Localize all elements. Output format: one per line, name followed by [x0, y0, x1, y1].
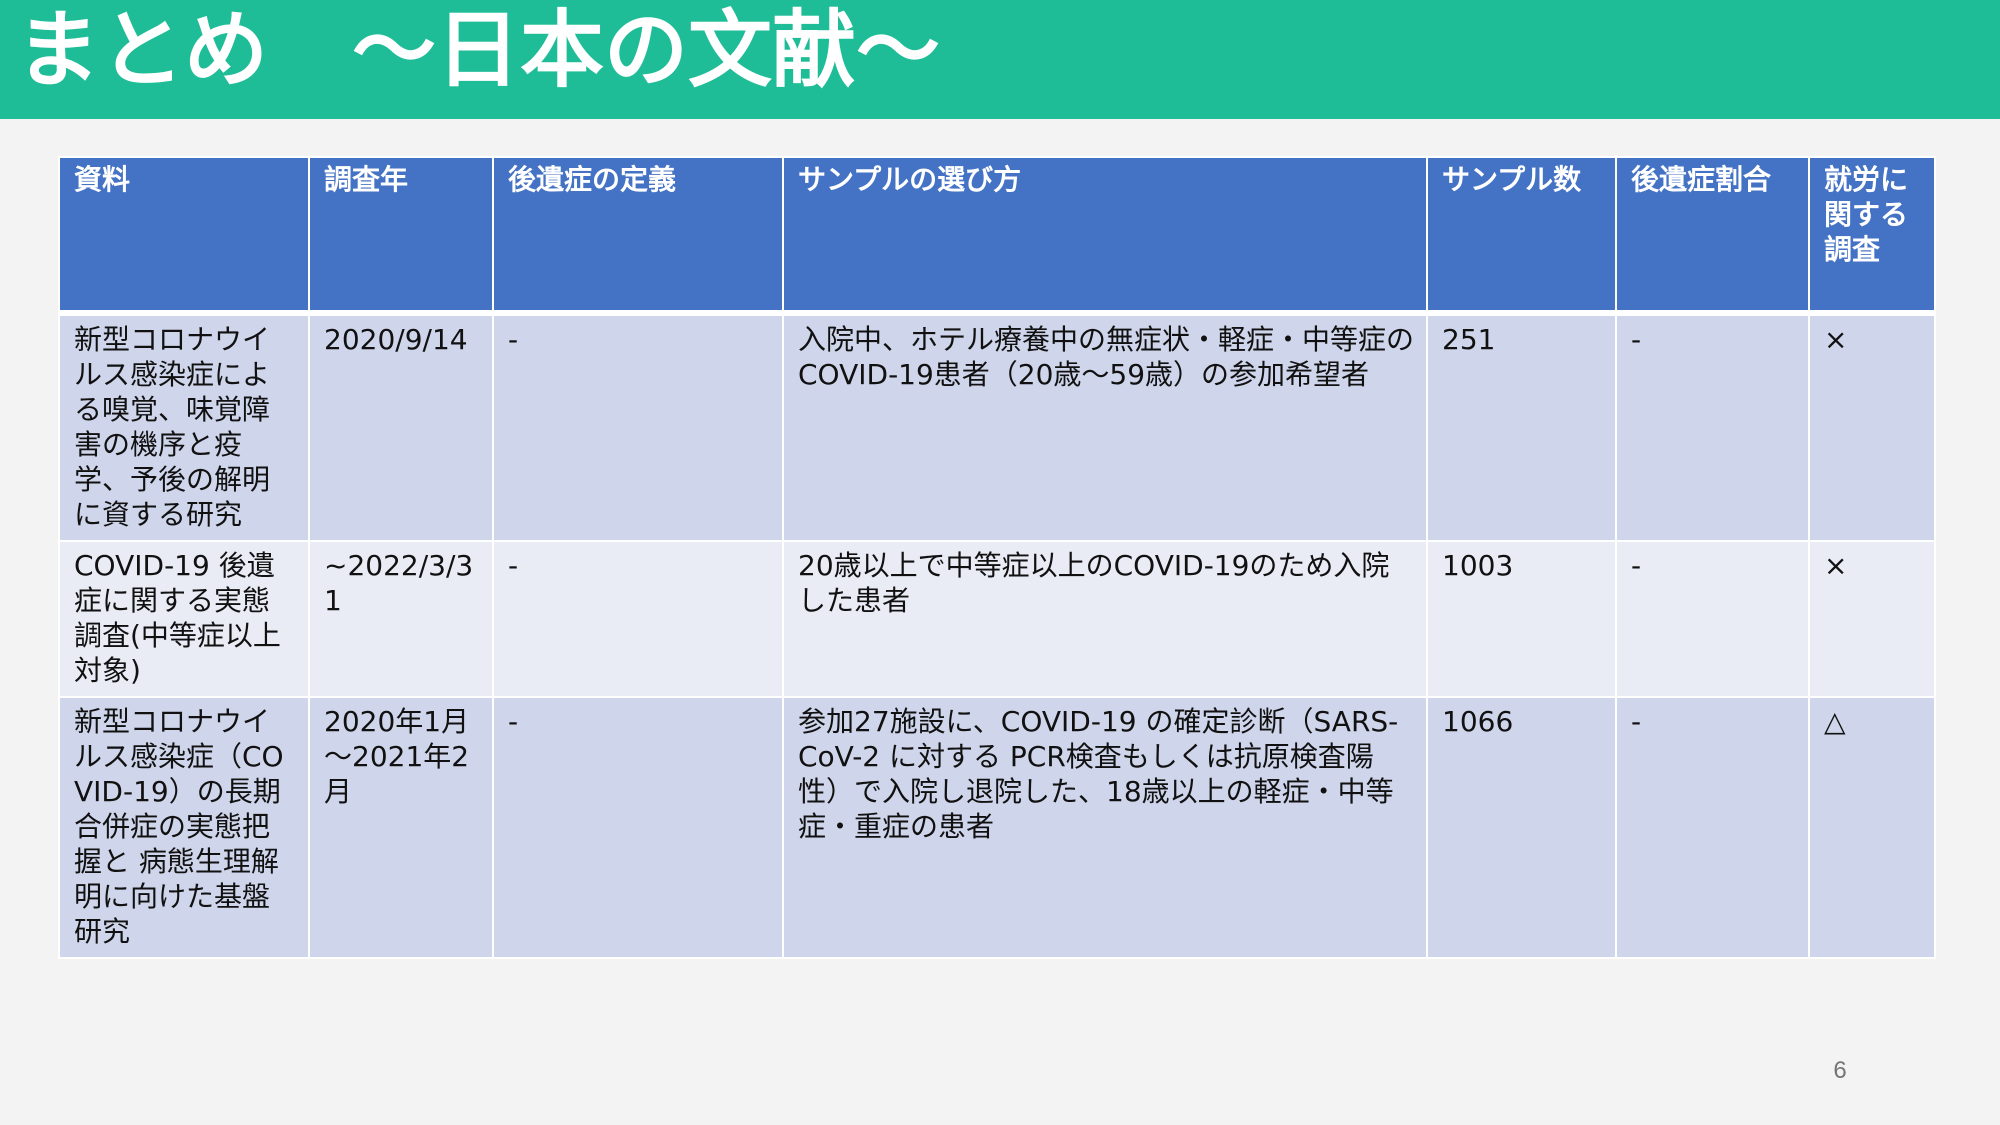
header-sample-selection: サンプルの選び方	[782, 156, 1428, 316]
literature-summary-table: 資料 調査年 後遺症の定義 サンプルの選び方 サンプル数 後遺症割合 就労に関す…	[58, 156, 1936, 959]
cell-source: 新型コロナウイルス感染症（COVID-19）の長期合併症の実態把握と 病態生理解…	[58, 696, 310, 959]
table-header-row: 資料 調査年 後遺症の定義 サンプルの選び方 サンプル数 後遺症割合 就労に関す…	[58, 156, 1936, 316]
header-survey-year: 調査年	[308, 156, 494, 316]
cell-employment-survey: ×	[1808, 540, 1936, 698]
cell-sample-size: 251	[1426, 312, 1617, 542]
header-sequelae-definition: 後遺症の定義	[492, 156, 784, 316]
cell-source: COVID-19 後遺症に関する実態調査(中等症以上対象)	[58, 540, 310, 698]
slide-title: まとめ ～日本の文献～	[16, 1, 941, 99]
cell-sequelae-definition: -	[492, 312, 784, 542]
title-bar: まとめ ～日本の文献～	[0, 0, 2000, 119]
header-employment-survey: 就労に関する調査	[1808, 156, 1936, 316]
cell-sample-selection: 参加27施設に、COVID-19 の確定診断（SARS-CoV-2 に対する P…	[782, 696, 1428, 959]
cell-sequelae-definition: -	[492, 696, 784, 959]
cell-sequelae-rate: -	[1615, 312, 1810, 542]
cell-survey-year: 2020/9/14	[308, 312, 494, 542]
header-source: 資料	[58, 156, 310, 316]
table-row: 新型コロナウイルス感染症（COVID-19）の長期合併症の実態把握と 病態生理解…	[58, 696, 1936, 959]
cell-employment-survey: △	[1808, 696, 1936, 959]
cell-survey-year: 2020年1月～2021年2月	[308, 696, 494, 959]
cell-survey-year: ~2022/3/31	[308, 540, 494, 698]
page-number: 6	[1833, 1057, 1847, 1084]
cell-sample-size: 1003	[1426, 540, 1617, 698]
cell-sample-selection: 入院中、ホテル療養中の無症状・軽症・中等症のCOVID-19患者（20歳～59歳…	[782, 312, 1428, 542]
header-sample-size: サンプル数	[1426, 156, 1617, 316]
cell-sequelae-rate: -	[1615, 540, 1810, 698]
table-row: COVID-19 後遺症に関する実態調査(中等症以上対象) ~2022/3/31…	[58, 540, 1936, 698]
cell-sequelae-definition: -	[492, 540, 784, 698]
table-row: 新型コロナウイルス感染症による嗅覚、味覚障害の機序と疫学、予後の解明に資する研究…	[58, 312, 1936, 542]
header-sequelae-rate: 後遺症割合	[1615, 156, 1810, 316]
cell-source: 新型コロナウイルス感染症による嗅覚、味覚障害の機序と疫学、予後の解明に資する研究	[58, 312, 310, 542]
cell-employment-survey: ×	[1808, 312, 1936, 542]
cell-sequelae-rate: -	[1615, 696, 1810, 959]
cell-sample-selection: 20歳以上で中等症以上のCOVID-19のため入院した患者	[782, 540, 1428, 698]
cell-sample-size: 1066	[1426, 696, 1617, 959]
